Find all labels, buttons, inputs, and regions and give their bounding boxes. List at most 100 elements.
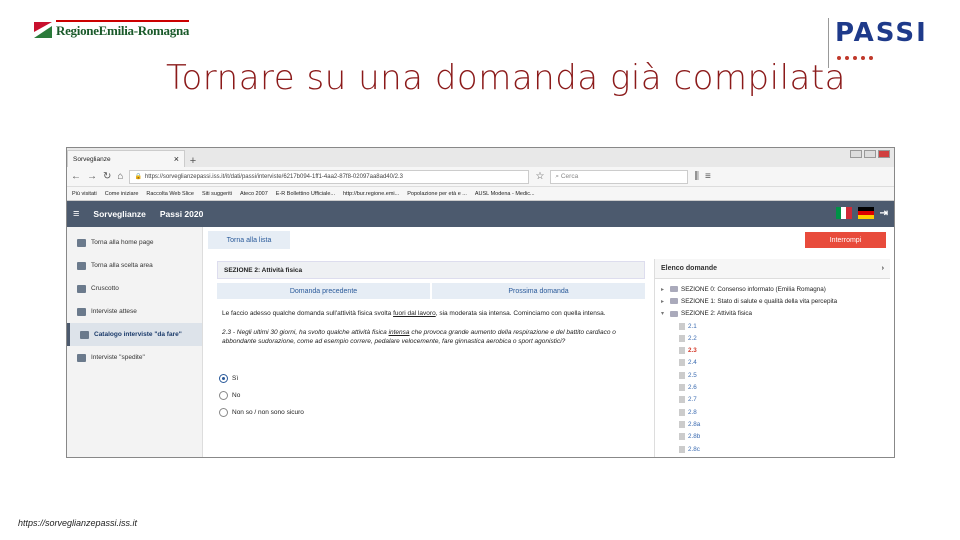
- german-flag-icon[interactable]: [857, 207, 874, 219]
- tree-question[interactable]: 2.8c: [661, 443, 890, 455]
- app-body: Torna alla home page Torna alla scelta a…: [67, 227, 894, 457]
- address-bar[interactable]: 🔒 https://sorveglianzepassi.iss.it/it/da…: [129, 169, 530, 184]
- intro-text-end: , sia moderata sia intensa. Cominciamo c…: [435, 310, 606, 317]
- tree-question[interactable]: 2.2: [661, 332, 890, 344]
- tree-question[interactable]: 2.7: [661, 394, 890, 406]
- slide: RegioneEmilia-Romagna Tornare su una dom…: [0, 0, 960, 540]
- folder-icon: [670, 286, 678, 293]
- bookmark-star-icon[interactable]: ☆: [535, 171, 544, 182]
- home-icon[interactable]: ⌂: [117, 171, 123, 182]
- bookmark-item[interactable]: AUSL Modena - Medic...: [475, 191, 535, 197]
- bookmark-item[interactable]: Siti suggeriti: [202, 191, 232, 197]
- browser-tab[interactable]: Sorveglianze ×: [67, 150, 185, 167]
- tree-question-label: 2.8b: [688, 433, 701, 441]
- back-icon[interactable]: ←: [71, 171, 81, 182]
- answer-option-no[interactable]: No: [219, 387, 645, 404]
- radio-selected-icon[interactable]: [219, 374, 228, 383]
- tree-question[interactable]: 2.8b: [661, 431, 890, 443]
- sidebar-item-home[interactable]: Torna alla home page: [67, 231, 202, 254]
- sidebar: Torna alla home page Torna alla scelta a…: [67, 227, 203, 457]
- tree-section[interactable]: ▸ SEZIONE 0: Consenso informato (Emilia R…: [661, 283, 890, 295]
- question-list-title: Elenco domande: [661, 265, 718, 272]
- sidebar-item-scelta-area[interactable]: Torna alla scelta area: [67, 254, 202, 277]
- logout-icon[interactable]: ⇥: [880, 208, 888, 219]
- tree-section[interactable]: ▾ SEZIONE 2: Attività fisica: [661, 308, 890, 320]
- rer-logo-text: RegioneEmilia-Romagna: [56, 20, 189, 39]
- tree-question-label: 2.3: [688, 347, 697, 355]
- sidebar-item-interviste-attese[interactable]: Interviste attese: [67, 300, 202, 323]
- sidebar-item-spedite[interactable]: Interviste "spedite": [67, 346, 202, 369]
- previous-question-button[interactable]: Domanda precedente: [217, 283, 430, 299]
- lock-icon: 🔒: [134, 174, 142, 180]
- tree-section[interactable]: ▸ SEZIONE 1: Stato di salute e qualità de…: [661, 295, 890, 307]
- tree-question[interactable]: 2.1: [661, 320, 890, 332]
- document-icon: [679, 433, 685, 441]
- minimize-icon[interactable]: [850, 150, 862, 158]
- tree-question-label: 2.8a: [688, 420, 701, 428]
- folder-icon: [670, 298, 678, 305]
- caret-right-icon: ▸: [661, 298, 665, 305]
- close-window-icon[interactable]: [878, 150, 890, 158]
- tree-question-label: 2.7: [688, 396, 697, 404]
- bookmark-item[interactable]: Ateco 2007: [240, 191, 268, 197]
- menu-icon[interactable]: ≡: [705, 171, 711, 182]
- reload-icon[interactable]: ↻: [103, 171, 111, 182]
- bookmark-item[interactable]: Raccolta Web Slice: [146, 191, 194, 197]
- bookmark-item[interactable]: Popolazione per età e ...: [407, 191, 467, 197]
- tree-question[interactable]: 2.5: [661, 369, 890, 381]
- clipboard-icon: [80, 330, 89, 339]
- question-list-header[interactable]: Elenco domande ›: [655, 259, 890, 279]
- hamburger-menu-icon[interactable]: ≡: [73, 208, 79, 220]
- search-box[interactable]: ⌕ Cerca: [550, 169, 689, 184]
- bookmark-item[interactable]: Come iniziare: [105, 191, 139, 197]
- tree-question-current[interactable]: 2.3: [661, 344, 890, 356]
- app-section: Passi 2020: [159, 209, 204, 219]
- rer-emblem-icon: [34, 21, 52, 38]
- question-underlined: intensa: [388, 329, 410, 336]
- bookmark-item[interactable]: http://bur.regione.emi...: [343, 191, 399, 197]
- interrupt-button[interactable]: Interrompi: [805, 232, 886, 248]
- passi-logo-text: PASSI: [835, 18, 928, 48]
- top-actions: Torna alla lista Interrompi: [208, 231, 886, 249]
- sidebar-item-cruscotto[interactable]: Cruscotto: [67, 277, 202, 300]
- tree-question-label: 2.2: [688, 334, 697, 342]
- tree-question-label: 2.4: [688, 359, 697, 367]
- question-text-start: 2.3 - Negli ultimi 30 giorni, ha svolto …: [222, 329, 389, 336]
- tree-question[interactable]: 2.8: [661, 406, 890, 418]
- document-icon: [679, 408, 685, 416]
- option-label: No: [232, 392, 241, 399]
- radio-icon[interactable]: [219, 408, 228, 417]
- italian-flag-icon[interactable]: [835, 207, 852, 219]
- tree-section-label: SEZIONE 1: Stato di salute e qualità del…: [681, 297, 838, 305]
- next-question-button[interactable]: Prossima domanda: [432, 283, 645, 299]
- forward-icon[interactable]: →: [87, 171, 97, 182]
- question-form: SEZIONE 2: Attività fisica Domanda prece…: [217, 261, 645, 421]
- back-to-list-button[interactable]: Torna alla lista: [208, 231, 290, 249]
- radio-icon[interactable]: [219, 391, 228, 400]
- browser-screenshot: Sorveglianze × + ← → ↻ ⌂ 🔒 https://sorve…: [66, 147, 895, 458]
- answer-option-non-so[interactable]: Non so / non sono sicuro: [219, 404, 645, 421]
- bookmark-item[interactable]: E-R Bollettino Ufficiale...: [276, 191, 335, 197]
- address-text: https://sorveglianzepassi.iss.it/it/dati…: [144, 173, 403, 180]
- tree-question[interactable]: 2.8a: [661, 418, 890, 430]
- tab-title: Sorveglianze: [73, 155, 111, 163]
- document-icon: [679, 445, 685, 453]
- check-clipboard-icon: [77, 353, 86, 362]
- app-brand: Sorveglianze: [93, 209, 146, 219]
- tab-close-icon[interactable]: ×: [174, 154, 179, 164]
- tree-question[interactable]: 2.6: [661, 381, 890, 393]
- caret-right-icon: ▸: [661, 286, 665, 293]
- slide-title: Tornare su una domanda già compilata: [166, 58, 847, 98]
- answer-option-si[interactable]: Sì: [219, 370, 645, 387]
- chevron-right-icon[interactable]: ›: [882, 265, 884, 272]
- tree-question-label: 2.8c: [688, 445, 700, 453]
- sidebar-item-label: Torna alla home page: [91, 239, 154, 246]
- sidebar-item-catalogo[interactable]: Catalogo interviste "da fare": [67, 323, 202, 346]
- option-label: Non so / non sono sicuro: [232, 409, 304, 416]
- tree-question[interactable]: 2.4: [661, 357, 890, 369]
- new-tab-icon[interactable]: +: [185, 155, 201, 167]
- document-icon: [679, 347, 685, 355]
- bookmark-item[interactable]: Più visitati: [72, 191, 97, 197]
- library-icon[interactable]: ⫼: [694, 171, 699, 182]
- maximize-icon[interactable]: [864, 150, 876, 158]
